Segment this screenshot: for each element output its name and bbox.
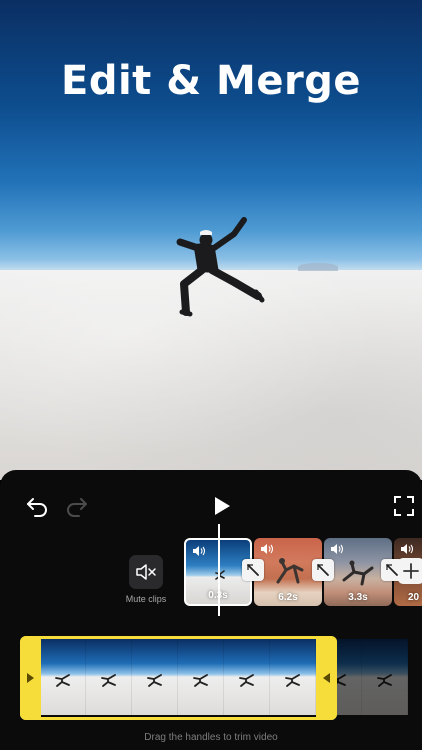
fullscreen-button[interactable] <box>391 493 417 519</box>
trim-hint-text: Drag the handles to trim video <box>144 732 278 743</box>
arrow-right-icon <box>27 673 34 683</box>
trim-selection <box>20 636 337 720</box>
add-clip-button[interactable] <box>398 558 422 584</box>
mute-clips-label: Mute clips <box>125 594 167 604</box>
frame-figure <box>377 674 392 687</box>
plus-icon <box>403 563 419 579</box>
undo-button[interactable] <box>24 493 50 519</box>
jumping-man-figure <box>176 217 265 317</box>
speaker-icon <box>193 546 206 556</box>
mute-clips-button[interactable] <box>129 555 163 589</box>
trim-handle-left[interactable] <box>20 636 41 720</box>
clip-duration: 3.3s <box>348 592 368 603</box>
clip-thumb-figure <box>215 570 225 580</box>
speaker-icon <box>401 544 414 554</box>
speaker-icon <box>261 544 274 554</box>
arrow-left-icon <box>323 673 330 683</box>
transition-button-2[interactable] <box>312 559 334 581</box>
speaker-icon <box>331 544 344 554</box>
clip-thumb-figure <box>342 560 374 586</box>
transition-button-1[interactable] <box>242 559 264 581</box>
speaker-muted-icon <box>136 564 156 580</box>
undo-icon <box>27 498 47 517</box>
transition-icon <box>317 564 329 576</box>
fullscreen-icon <box>394 496 414 516</box>
redo-icon <box>67 498 87 517</box>
hero-photo: Edit & Merge <box>0 0 422 480</box>
clip-duration: 20 <box>408 592 420 603</box>
redo-button[interactable] <box>64 493 90 519</box>
transition-icon <box>247 564 259 576</box>
clip-duration: 6.2s <box>278 592 298 603</box>
play-button[interactable] <box>207 491 237 521</box>
trim-handle-right[interactable] <box>316 636 337 720</box>
trim-strip <box>20 636 422 720</box>
film-frame-outside-trim <box>362 639 408 715</box>
distant-mountain <box>298 263 338 271</box>
clip-thumb-figure <box>276 558 304 584</box>
playhead[interactable] <box>218 524 220 616</box>
play-icon <box>215 497 230 515</box>
transition-icon <box>386 564 398 576</box>
hero-title: Edit & Merge <box>61 58 361 104</box>
